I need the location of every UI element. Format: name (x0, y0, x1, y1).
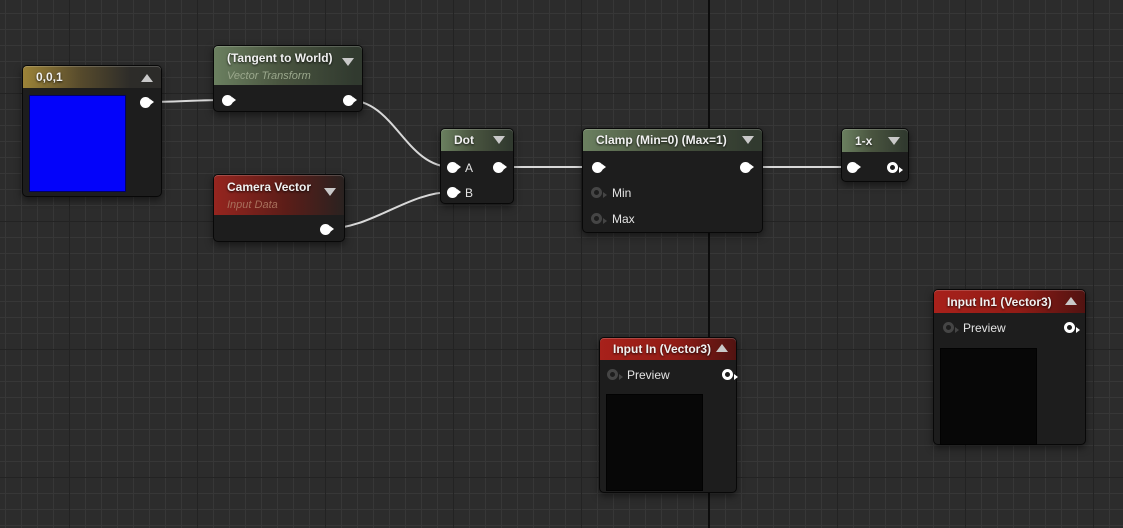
collapse-arrow-icon[interactable] (742, 136, 754, 144)
collapse-arrow-icon[interactable] (493, 136, 505, 144)
node-subtitle: Input Data (227, 199, 278, 211)
node-preview-image (940, 348, 1037, 445)
output-pin[interactable] (320, 224, 334, 235)
node-title: Input In (Vector3) (613, 342, 712, 356)
node-header: 0,0,1 (23, 66, 161, 88)
node-title: Input In1 (Vector3) (947, 295, 1052, 309)
node-title: 0,0,1 (36, 70, 63, 84)
node-constant-001[interactable]: 0,0,1 (22, 65, 162, 197)
node-graph-canvas[interactable]: 0,0,1 (Tangent to World) Vector Transfor… (0, 0, 1123, 528)
collapse-arrow-icon[interactable] (324, 188, 336, 196)
node-header: Input In (Vector3) (600, 338, 736, 360)
collapse-arrow-icon[interactable] (342, 58, 354, 66)
pin-label: B (465, 186, 474, 200)
input-pin-preview[interactable] (607, 369, 623, 380)
wire-layer (144, 99, 852, 230)
output-pin[interactable] (493, 162, 507, 173)
node-header: Camera Vector Input Data (214, 175, 344, 215)
node-camera-vector[interactable]: Camera Vector Input Data (213, 174, 345, 242)
input-pin-a[interactable] (447, 162, 461, 173)
node-title: Dot (454, 133, 474, 147)
collapse-arrow-icon[interactable] (888, 137, 900, 145)
output-pin[interactable] (140, 97, 154, 108)
node-clamp[interactable]: Clamp (Min=0) (Max=1) Min Max (582, 128, 763, 233)
color-preview-swatch (29, 95, 126, 192)
input-pin-preview[interactable] (943, 322, 959, 333)
collapse-arrow-icon[interactable] (716, 344, 728, 352)
node-header: Dot (441, 129, 513, 151)
node-vector-transform[interactable]: (Tangent to World) Vector Transform (213, 45, 363, 112)
input-pin-max[interactable] (591, 213, 607, 224)
input-pin-b[interactable] (447, 187, 461, 198)
input-pin-min[interactable] (591, 187, 607, 198)
input-pin[interactable] (592, 162, 606, 173)
pin-label: Min (612, 186, 632, 200)
node-header: 1-x (842, 129, 908, 152)
node-header: Clamp (Min=0) (Max=1) (583, 129, 762, 151)
node-subtitle: Vector Transform (227, 70, 311, 82)
node-header: Input In1 (Vector3) (934, 290, 1085, 313)
output-pin[interactable] (343, 95, 357, 106)
output-pin[interactable] (1064, 322, 1080, 333)
node-header: (Tangent to World) Vector Transform (214, 46, 362, 85)
pin-label: Preview (963, 321, 1006, 335)
output-pin[interactable] (722, 369, 738, 380)
pin-label: Max (612, 212, 635, 226)
node-preview-image (606, 394, 703, 491)
collapse-arrow-icon[interactable] (141, 74, 153, 82)
node-input-in1[interactable]: Input In1 (Vector3) Preview (933, 289, 1086, 445)
wire-transform-to-dot-a[interactable] (347, 99, 453, 168)
input-pin[interactable] (222, 95, 236, 106)
collapse-arrow-icon[interactable] (1065, 297, 1077, 305)
output-pin[interactable] (740, 162, 754, 173)
node-title: 1-x (855, 134, 873, 148)
node-title: Clamp (Min=0) (Max=1) (596, 133, 727, 147)
node-dot[interactable]: Dot A B (440, 128, 514, 204)
input-pin[interactable] (847, 162, 861, 173)
node-one-minus-x[interactable]: 1-x (841, 128, 909, 182)
node-input-in[interactable]: Input In (Vector3) Preview (599, 337, 738, 493)
output-pin[interactable] (887, 162, 903, 173)
pin-label: A (465, 161, 474, 175)
pin-label: Preview (627, 368, 670, 382)
